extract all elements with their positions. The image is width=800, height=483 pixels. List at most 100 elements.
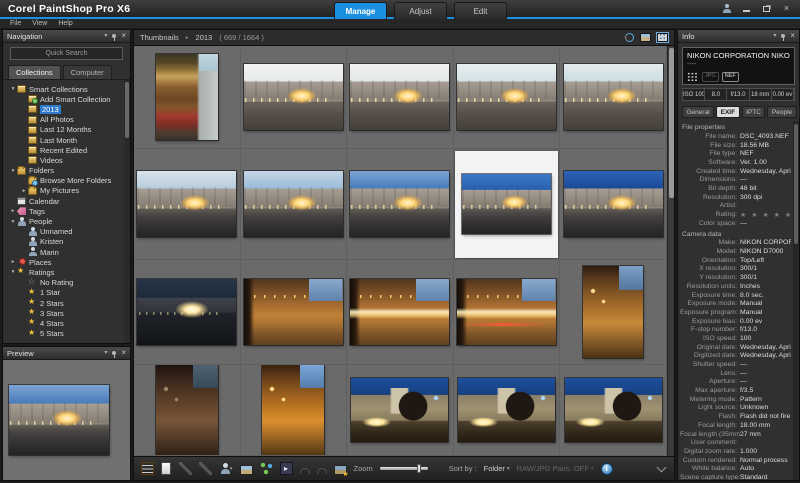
- thumbnail-photo[interactable]: [350, 279, 449, 345]
- thumbnail-cell[interactable]: [454, 260, 561, 365]
- slideshow-icon[interactable]: [280, 462, 293, 475]
- breadcrumb-current[interactable]: 2013: [196, 33, 213, 42]
- sort-by-dropdown[interactable]: Folder ▾: [484, 464, 510, 473]
- expander-icon[interactable]: ▸: [9, 259, 17, 265]
- thumbnail-cell[interactable]: [454, 365, 561, 456]
- undo-icon[interactable]: [300, 468, 310, 474]
- tree-item[interactable]: Kristen: [9, 237, 129, 247]
- thumbnail-photo[interactable]: [351, 378, 448, 442]
- menu-item[interactable]: View: [32, 20, 47, 27]
- tree-item[interactable]: ▾ Folders: [9, 166, 129, 176]
- thumbnail-cell[interactable]: [560, 260, 667, 365]
- thumbnail-photo[interactable]: [350, 171, 449, 237]
- raw-jpg-pairs-dropdown[interactable]: RAW/JPG Pairs: OFF ▾: [517, 464, 594, 473]
- close-icon[interactable]: ×: [121, 349, 126, 357]
- thumbnail-cell[interactable]: [560, 365, 667, 456]
- tree-item[interactable]: ▾ Smart Collections: [9, 84, 129, 94]
- rate-image-icon[interactable]: [334, 465, 347, 475]
- expander-icon[interactable]: ▸: [20, 188, 28, 194]
- thumbnail-cell[interactable]: [347, 365, 454, 456]
- minimize-button[interactable]: [741, 4, 752, 14]
- tree-item[interactable]: Recent Edited: [9, 145, 129, 155]
- breadcrumb-root[interactable]: Thumbnails: [140, 33, 179, 42]
- tree-item[interactable]: ▾ Ratings: [9, 267, 129, 277]
- thumbnail-photo[interactable]: [244, 279, 343, 345]
- tree-item[interactable]: ▸ Places: [9, 257, 129, 267]
- preview-image[interactable]: [9, 385, 109, 455]
- thumbnail-photo[interactable]: [244, 171, 343, 237]
- thumbnail-cell[interactable]: [560, 149, 667, 260]
- thumbnail-view-icon[interactable]: [141, 462, 154, 475]
- tree-item[interactable]: Unnamed: [9, 227, 129, 237]
- tree-item[interactable]: ▸ My Pictures: [9, 186, 129, 196]
- thumbnail-cell[interactable]: [134, 260, 241, 365]
- tree-item[interactable]: No Rating: [9, 278, 129, 288]
- menu-item[interactable]: Help: [58, 20, 72, 27]
- tree-item[interactable]: Last Month: [9, 135, 129, 145]
- thumbnail-photo[interactable]: [564, 171, 663, 237]
- navigation-tab[interactable]: Collections: [8, 65, 61, 79]
- tree-item[interactable]: 2013: [9, 104, 129, 114]
- thumbnail-photo[interactable]: [156, 54, 218, 140]
- expander-icon[interactable]: ▾: [9, 86, 17, 92]
- thumbnail-photo[interactable]: [583, 266, 643, 358]
- zoom-slider[interactable]: [380, 467, 428, 470]
- tree-item[interactable]: ▾ People: [9, 216, 129, 226]
- thumbnail-cell[interactable]: [241, 149, 348, 260]
- info-tab[interactable]: EXIF: [716, 106, 739, 118]
- expander-icon[interactable]: ▾: [9, 168, 17, 174]
- thumbnail-cell[interactable]: [241, 260, 348, 365]
- tree-item[interactable]: Calendar: [9, 196, 129, 206]
- tree-item[interactable]: 2 Stars: [9, 298, 129, 308]
- expander-icon[interactable]: ▸: [9, 208, 17, 214]
- thumbnail-cell[interactable]: [134, 149, 241, 260]
- thumbnail-cell[interactable]: [454, 149, 561, 260]
- panel-menu-icon[interactable]: ▾: [104, 33, 107, 39]
- tag-people-icon[interactable]: [219, 462, 232, 475]
- grid-scrollbar[interactable]: [667, 46, 674, 456]
- preview-mode-icon[interactable]: [640, 33, 651, 42]
- panel-menu-icon[interactable]: ▾: [104, 350, 107, 356]
- expander-icon[interactable]: ▾: [9, 269, 17, 275]
- thumbnail-cell[interactable]: [241, 365, 348, 456]
- tree-item[interactable]: ▸ Tags: [9, 206, 129, 216]
- new-file-icon[interactable]: [161, 462, 171, 475]
- thumbnail-cell[interactable]: [347, 149, 454, 260]
- edit-brush-icon[interactable]: [199, 462, 212, 475]
- thumbnail-photo[interactable]: [458, 378, 555, 442]
- thumbnail-cell[interactable]: [454, 46, 561, 149]
- close-button[interactable]: ×: [781, 4, 792, 14]
- thumbnail-cell[interactable]: [134, 365, 241, 456]
- restore-button[interactable]: [761, 4, 772, 14]
- tree-item[interactable]: Add Smart Collection: [9, 94, 129, 104]
- thumbnail-photo[interactable]: [457, 279, 556, 345]
- thumbnail-photo[interactable]: [156, 365, 218, 456]
- navigation-scrollbar[interactable]: [124, 80, 130, 343]
- menu-item[interactable]: File: [10, 20, 21, 27]
- rating-placeholder[interactable]: ----: [687, 61, 790, 68]
- format-badge[interactable]: NEF: [722, 72, 739, 82]
- sync-icon[interactable]: [625, 33, 634, 42]
- edit-pen-icon[interactable]: [179, 462, 192, 475]
- info-scrollbar[interactable]: [793, 121, 799, 480]
- thumbnail-photo[interactable]: [244, 64, 343, 130]
- pin-icon[interactable]: [781, 34, 785, 38]
- navigation-tab[interactable]: Computer: [63, 65, 112, 79]
- tree-item[interactable]: 1 Star: [9, 288, 129, 298]
- tree-item[interactable]: Videos: [9, 155, 129, 165]
- grid-badge-icon[interactable]: [687, 72, 698, 82]
- tree-item[interactable]: All Photos: [9, 115, 129, 125]
- panel-menu-icon[interactable]: ▾: [773, 33, 776, 39]
- thumbnail-photo[interactable]: [350, 64, 449, 130]
- close-icon[interactable]: ×: [790, 32, 795, 40]
- quick-search-button[interactable]: Quick Search: [10, 47, 123, 60]
- info-tab[interactable]: IPTC: [742, 106, 766, 118]
- thumbnail-cell[interactable]: [347, 260, 454, 365]
- pin-icon[interactable]: [112, 34, 116, 38]
- tree-item[interactable]: Last 12 Months: [9, 125, 129, 135]
- tree-item[interactable]: Marin: [9, 247, 129, 257]
- thumbnail-cell[interactable]: [134, 46, 241, 149]
- thumbnail-photo[interactable]: [462, 174, 551, 234]
- tree-item[interactable]: 5 Stars: [9, 329, 129, 339]
- mode-tab[interactable]: Adjust: [394, 2, 447, 19]
